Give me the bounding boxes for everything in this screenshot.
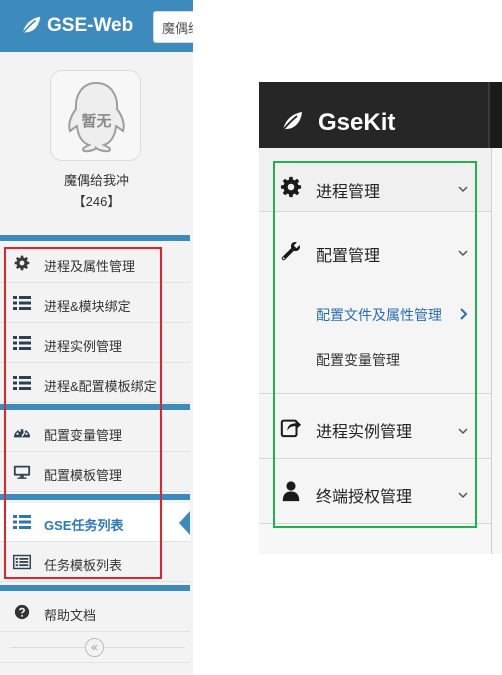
menu-item-process-config-template-binding[interactable]: 进程&配置模板绑定 <box>0 364 190 403</box>
leaf-logo-icon <box>22 16 41 34</box>
chevron-down-icon <box>458 428 468 435</box>
header-edge <box>488 82 502 148</box>
gsekit-sidebar: GseKit 进程管理 配置管理 配置文件及属性管理 配置变量管理 进程实例管理… <box>259 82 502 554</box>
section-divider <box>0 585 190 591</box>
menu-item-label: 进程&模块绑定 <box>44 299 131 314</box>
leaf-logo-icon <box>282 112 302 131</box>
active-indicator-arrow <box>179 511 190 535</box>
nav-process-management[interactable]: 进程管理 <box>259 148 491 212</box>
menu-item-label: GSE任务列表 <box>44 518 124 533</box>
list-icon <box>13 515 31 529</box>
collapse-sidebar-button[interactable]: « <box>85 638 104 657</box>
gse-web-sidebar: GSE-Web 魔偶给 暂无 魔偶给我冲 【246】 进程及属性管理 <box>0 0 193 675</box>
menu-item-label: 帮助文档 <box>44 608 97 623</box>
menu-item-label: 进程及属性管理 <box>44 259 136 274</box>
monitor-icon <box>13 465 31 479</box>
menu-item-task-templates[interactable]: 任务模板列表 <box>0 543 190 582</box>
menu-item-gse-task-list[interactable]: GSE任务列表 <box>0 503 190 542</box>
menu-item-label: 进程实例管理 <box>44 339 123 354</box>
section-divider <box>0 235 190 241</box>
dashboard-icon <box>13 429 31 438</box>
search-input[interactable]: 魔偶给 <box>153 11 193 43</box>
brand-title: GseKit <box>318 109 396 136</box>
divider <box>0 662 190 663</box>
menu-item-label: 配置变量管理 <box>44 428 123 443</box>
menu-item-config-variables[interactable]: 配置变量管理 <box>0 413 190 452</box>
menu-item-label: 任务模板列表 <box>44 558 123 573</box>
brand-title: GSE-Web <box>47 15 134 36</box>
nav-label: 配置管理 <box>316 248 381 265</box>
nav-process-instance-management[interactable]: 进程实例管理 <box>259 395 491 459</box>
subnav-config-variables[interactable]: 配置变量管理 <box>316 350 400 370</box>
share-icon <box>280 419 302 438</box>
penguin-avatar-icon: 暂无 <box>68 81 125 153</box>
wrench-icon <box>281 242 300 261</box>
user-count: 【246】 <box>72 194 121 209</box>
subnav-config-file-attributes[interactable]: 配置文件及属性管理 <box>316 305 442 325</box>
section-divider <box>0 404 190 410</box>
menu-item-process-instance[interactable]: 进程实例管理 <box>0 324 190 363</box>
chevron-right-icon <box>460 308 468 320</box>
menu-item-config-templates[interactable]: 配置模板管理 <box>0 453 190 492</box>
section-divider <box>0 494 190 500</box>
chevron-down-icon <box>458 250 468 257</box>
chevron-down-icon <box>458 492 468 499</box>
nav-terminal-authorization[interactable]: 终端授权管理 <box>259 460 491 524</box>
menu-item-process-attributes[interactable]: 进程及属性管理 <box>0 244 190 283</box>
user-icon <box>282 481 300 502</box>
menu-item-process-module-binding[interactable]: 进程&模块绑定 <box>0 284 190 323</box>
nav-label: 进程实例管理 <box>316 424 413 441</box>
top-bar: GseKit <box>259 82 502 148</box>
gear-icon <box>14 255 30 271</box>
menu-item-label: 进程&配置模板绑定 <box>44 379 157 394</box>
avatar-placeholder-text: 暂无 <box>81 112 111 130</box>
list-alt-icon <box>13 554 31 570</box>
username: 魔偶给我冲 <box>63 173 129 188</box>
list-icon <box>13 296 31 310</box>
question-circle-icon <box>14 604 30 620</box>
menu-item-label: 配置模板管理 <box>44 468 123 483</box>
chevron-down-icon <box>458 186 468 193</box>
nav-label: 终端授权管理 <box>316 489 413 506</box>
sidebar-right-border <box>491 148 492 554</box>
menu-item-help-docs[interactable]: 帮助文档 <box>0 593 190 632</box>
double-chevron-left-icon: « <box>91 640 98 654</box>
gear-icon <box>280 176 302 198</box>
top-bar: GSE-Web 魔偶给 <box>0 0 193 52</box>
avatar[interactable]: 暂无 <box>50 70 141 161</box>
screenshot-stage: GSE-Web 魔偶给 暂无 魔偶给我冲 【246】 进程及属性管理 <box>0 0 502 675</box>
list-icon <box>13 336 31 350</box>
list-icon <box>13 376 31 390</box>
nav-label: 进程管理 <box>316 184 381 201</box>
